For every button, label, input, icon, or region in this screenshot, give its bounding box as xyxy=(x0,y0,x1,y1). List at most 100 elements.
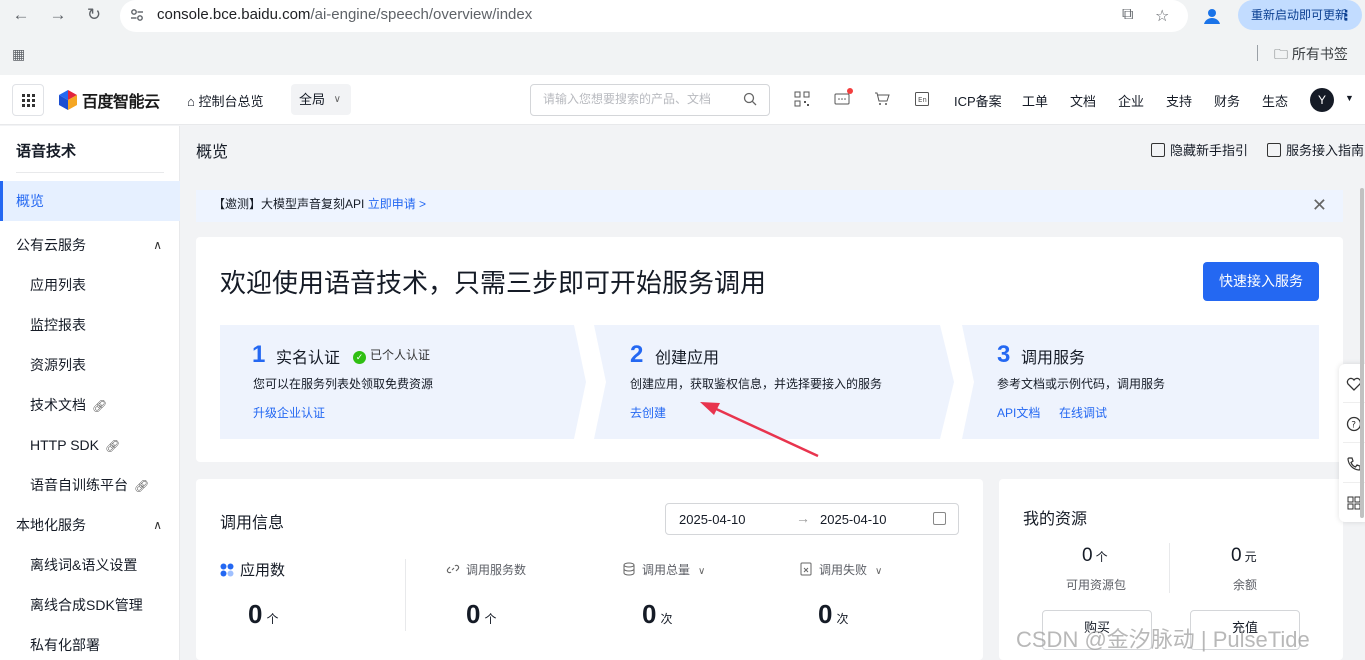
date-range-picker[interactable]: 2025-04-10 → 2025-04-10 xyxy=(665,503,959,535)
external-link-icon: 🔗︎ xyxy=(104,439,121,453)
sidebar-item-self-training[interactable]: 语音自训练平台 🔗︎ xyxy=(0,465,180,505)
search-field[interactable] xyxy=(530,84,770,116)
cart-icon[interactable] xyxy=(874,91,890,107)
sidebar-group-label: 本地化服务 xyxy=(16,517,86,533)
create-app-link[interactable]: 去创建 xyxy=(630,404,666,421)
reload-icon[interactable]: ↻ xyxy=(83,4,105,26)
metric-value: 0 xyxy=(466,599,481,629)
hide-guide-label: 隐藏新手指引 xyxy=(1170,143,1249,158)
console-home-label: 控制台总览 xyxy=(198,94,264,109)
sidebar-item-monitoring[interactable]: 监控报表 xyxy=(0,305,180,345)
header-link-ticket[interactable]: 工单 xyxy=(1022,91,1048,110)
metric-service-count-value: 0个 xyxy=(466,599,496,630)
metric-value: 0 xyxy=(642,599,657,629)
forward-icon[interactable]: → xyxy=(47,4,69,26)
console-home-link[interactable]: ⌂ 控制台总览 xyxy=(187,91,264,110)
page-scrollbar[interactable] xyxy=(1360,188,1364,518)
address-bar[interactable]: console.bce.baidu.com/ai-engine/speech/o… xyxy=(120,0,1188,32)
online-debug-link[interactable]: 在线调试 xyxy=(1059,404,1107,421)
packages-value: 0个 xyxy=(1082,545,1108,567)
product-menu-button[interactable] xyxy=(12,84,44,116)
sidebar-group-local-service[interactable]: 本地化服务 ∧ xyxy=(0,505,180,545)
metric-label-text: 调用失败 xyxy=(819,563,868,577)
close-icon[interactable]: ✕ xyxy=(1312,191,1327,219)
cloud-logo-icon xyxy=(59,90,77,110)
update-button[interactable]: 重新启动即可更新 ⋮ xyxy=(1238,0,1362,30)
welcome-title: 欢迎使用语音技术，只需三步即可开始服务调用 xyxy=(220,268,767,298)
translate-icon[interactable]: ⧉ xyxy=(1122,6,1133,24)
database-icon xyxy=(623,562,635,576)
header-link-ecosystem[interactable]: 生态 xyxy=(1262,91,1288,110)
bookmark-star-icon[interactable]: ☆ xyxy=(1155,6,1169,26)
avatar[interactable]: Y xyxy=(1310,88,1334,112)
home-icon: ⌂ xyxy=(187,94,195,109)
metric-label-text: 调用总量 xyxy=(642,563,691,577)
sidebar-item-tech-docs[interactable]: 技术文档 🔗︎ xyxy=(0,385,180,425)
chevron-up-icon: ∧ xyxy=(153,518,162,532)
sidebar-item-http-sdk[interactable]: HTTP SDK 🔗︎ xyxy=(0,425,180,465)
step-3: 3 调用服务 参考文档或示例代码，调用服务 API文档 在线调试 xyxy=(962,325,1319,439)
header-link-enterprise[interactable]: 企业 xyxy=(1118,91,1144,110)
header-link-support[interactable]: 支持 xyxy=(1166,91,1192,110)
step-number: 2 xyxy=(630,341,644,368)
chevron-up-icon: ∧ xyxy=(153,238,162,252)
sidebar-item-overview[interactable]: 概览 xyxy=(0,181,180,221)
access-guide-button[interactable]: 服务接入指南 xyxy=(1267,140,1364,159)
all-bookmarks[interactable]: 🗀 所有书签 xyxy=(1274,44,1348,68)
app-header: 百度智能云 ⌂ 控制台总览 全局 ∨ En ICP备案 工单 文档 企业 支持 财… xyxy=(0,75,1365,125)
scope-value: 全局 xyxy=(299,92,326,107)
header-link-finance[interactable]: 财务 xyxy=(1214,91,1240,110)
apps-icon xyxy=(220,563,234,577)
upgrade-enterprise-link[interactable]: 升级企业认证 xyxy=(253,404,325,421)
scope-select[interactable]: 全局 ∨ xyxy=(291,84,351,115)
account-caret-icon[interactable]: ▼ xyxy=(1345,93,1354,103)
external-link-icon: 🔗︎ xyxy=(134,479,150,493)
logo-text: 百度智能云 xyxy=(82,94,160,111)
api-docs-link[interactable]: API文档 xyxy=(997,404,1040,421)
annotation-arrow xyxy=(700,402,819,458)
guide-icon xyxy=(1151,143,1165,157)
more-vert-icon: ⋮ xyxy=(1339,7,1353,23)
svg-text:?: ? xyxy=(1351,421,1356,431)
link-icon xyxy=(446,564,460,574)
header-link-docs[interactable]: 文档 xyxy=(1070,91,1096,110)
apps-icon[interactable]: ▦ xyxy=(12,46,25,63)
notice-apply-link[interactable]: 立即申请 > xyxy=(368,197,426,211)
header-link-icp[interactable]: ICP备案 xyxy=(954,91,1002,110)
hide-guide-button[interactable]: 隐藏新手指引 xyxy=(1151,140,1248,159)
metric-total-calls-label[interactable]: 调用总量 ∨ xyxy=(622,561,705,578)
sidebar-item-private-deploy[interactable]: 私有化部署 xyxy=(0,625,180,660)
call-info-card: 调用信息 2025-04-10 → 2025-04-10 应用数 0个 调用服务… xyxy=(196,479,983,660)
packages-label: 可用资源包 xyxy=(1066,578,1127,592)
url-host: console.bce.baidu.com xyxy=(157,6,311,23)
notification-dot xyxy=(847,88,853,94)
qr-code-icon[interactable] xyxy=(794,91,810,107)
search-input[interactable] xyxy=(543,92,733,106)
sidebar-group-public-cloud[interactable]: 公有云服务 ∧ xyxy=(0,225,180,265)
document-icon xyxy=(1267,143,1281,157)
site-settings-icon[interactable] xyxy=(130,8,144,22)
step-description: 创建应用，获取鉴权信息，并选择要接入的服务 xyxy=(630,377,883,391)
baidu-cloud-logo[interactable]: 百度智能云 xyxy=(58,88,160,112)
language-icon[interactable]: En xyxy=(914,91,930,107)
resources-divider xyxy=(1169,543,1170,593)
sidebar-item-label: HTTP SDK xyxy=(30,437,99,453)
back-icon[interactable]: ← xyxy=(10,4,32,26)
profile-icon[interactable] xyxy=(1200,4,1224,28)
sidebar: 语音技术 概览 公有云服务 ∧ 应用列表 监控报表 资源列表 技术文档 🔗︎ HTT… xyxy=(0,126,180,660)
sidebar-item-app-list[interactable]: 应用列表 xyxy=(0,265,180,305)
svg-text:En: En xyxy=(918,96,927,104)
sidebar-item-offline-sdk[interactable]: 离线合成SDK管理 xyxy=(0,585,180,625)
balance-unit: 元 xyxy=(1244,550,1257,564)
all-bookmarks-label: 所有书签 xyxy=(1291,46,1348,62)
failed-doc-icon xyxy=(800,562,812,576)
metric-failed-calls-label[interactable]: 调用失败 ∨ xyxy=(799,561,882,578)
sidebar-item-offline-words[interactable]: 离线词&语义设置 xyxy=(0,545,180,585)
sidebar-item-resource-list[interactable]: 资源列表 xyxy=(0,345,180,385)
quick-access-button[interactable]: 快速接入服务 xyxy=(1203,262,1319,301)
metric-unit: 次 xyxy=(660,612,673,626)
step-number: 3 xyxy=(997,341,1011,368)
packages-unit: 个 xyxy=(1095,550,1108,564)
message-icon[interactable] xyxy=(834,88,853,107)
search-icon[interactable] xyxy=(743,92,757,106)
